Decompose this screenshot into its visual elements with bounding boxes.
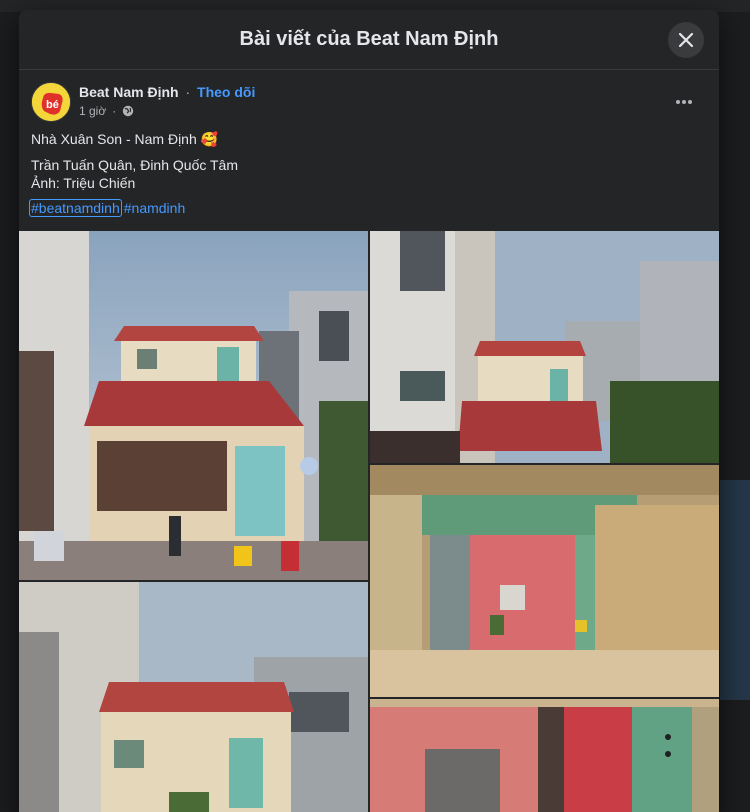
post-text-line: Nhà Xuân Son - Nam Định 🥰 — [31, 131, 219, 147]
post-text-line: Trần Tuấn Quân, Đinh Quốc Tâm — [31, 157, 238, 173]
post-meta: 1 giờ · — [79, 104, 134, 118]
hashtag-beatnamdinh[interactable]: #beatnamdinh — [29, 199, 122, 217]
separator: · — [185, 84, 191, 100]
svg-text:bé: bé — [46, 99, 59, 111]
post-time[interactable]: 1 giờ — [79, 104, 106, 118]
author-line: Beat Nam Định · Theo dõi — [79, 84, 255, 100]
close-button[interactable] — [668, 22, 704, 58]
post-text: Nhà Xuân Son - Nam Định 🥰 Trần Tuấn Quân… — [31, 130, 707, 199]
hashtag-list: #beatnamdinh #namdinh — [29, 199, 186, 217]
globe-icon — [123, 105, 134, 117]
modal-header: Bài viết của Beat Nam Định — [19, 10, 719, 70]
photo-house-facade-angle[interactable] — [370, 231, 719, 463]
author-name[interactable]: Beat Nam Định — [79, 84, 179, 100]
separator-dot: · — [112, 104, 117, 118]
close-icon — [678, 32, 694, 48]
post-header: bé Beat Nam Định · Theo dõi 1 giờ · — [31, 82, 707, 126]
post-modal: Bài viết của Beat Nam Định bé Beat Nam Đ… — [19, 10, 719, 812]
hashtag-namdinh[interactable]: #namdinh — [124, 200, 186, 216]
house-facade-image — [19, 231, 368, 580]
page-logo-icon: bé — [32, 83, 70, 121]
interior-pink-wall-image — [370, 699, 719, 812]
background-card — [720, 480, 750, 700]
photo-grid — [19, 231, 719, 812]
follow-button[interactable]: Theo dõi — [197, 84, 255, 100]
photo-interior-courtyard[interactable] — [370, 465, 719, 697]
interior-courtyard-image — [370, 465, 719, 697]
more-icon — [676, 100, 692, 104]
photo-house-facade-closeup[interactable] — [19, 582, 368, 812]
more-options-button[interactable] — [669, 90, 699, 114]
house-facade-closeup-image — [19, 582, 368, 812]
house-facade-angle-image — [370, 231, 719, 463]
post-text-line: Ảnh: Triệu Chiến — [31, 175, 136, 191]
modal-title: Bài viết của Beat Nam Định — [239, 28, 499, 50]
photo-interior-pink-wall[interactable] — [370, 699, 719, 812]
avatar[interactable]: bé — [31, 82, 71, 122]
photo-house-facade-front[interactable] — [19, 231, 368, 580]
